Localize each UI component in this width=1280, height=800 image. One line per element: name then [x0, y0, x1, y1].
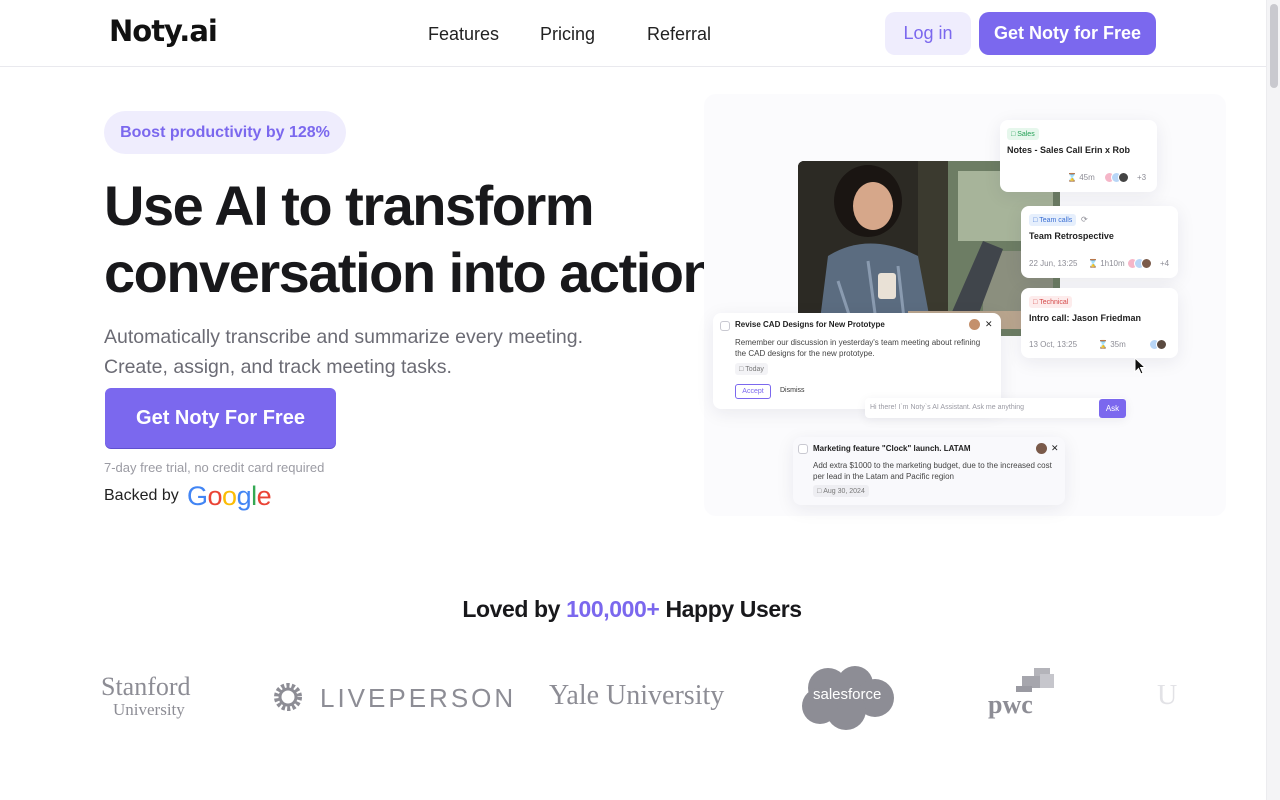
meeting-card[interactable]: □ Team calls ⟳ Team Retrospective 22 Jun…: [1021, 206, 1178, 278]
ask-button[interactable]: Ask: [1099, 399, 1126, 418]
login-button[interactable]: Log in: [885, 12, 971, 55]
header-cta-button[interactable]: Get Noty for Free: [979, 12, 1156, 55]
hero-cta-button[interactable]: Get Noty For Free: [105, 388, 336, 448]
user-count: 100,000+: [566, 596, 660, 622]
extra-participants: +3: [1137, 173, 1147, 182]
ai-assistant-input[interactable]: Hi there! I`m Noty`s AI Assistant. Ask m…: [865, 398, 1126, 418]
meeting-card[interactable]: □ Technical Intro call: Jason Friedman 1…: [1021, 288, 1178, 358]
stanford-logo: Stanford University: [101, 672, 191, 720]
meeting-title: Intro call: Jason Friedman: [1029, 313, 1142, 323]
gear-icon: [274, 683, 302, 711]
assignee-avatar: [969, 319, 980, 330]
participant-avatars: [1149, 339, 1167, 350]
due-date-chip: □ Today: [735, 363, 768, 375]
task-checkbox[interactable]: [798, 444, 808, 454]
task-description: Add extra $1000 to the marketing budget,…: [813, 461, 1052, 481]
meeting-date: 13 Oct, 13:25: [1029, 340, 1078, 349]
participant-avatars: [1127, 258, 1152, 269]
due-date-chip: □ Aug 30, 2024: [813, 485, 869, 497]
google-logo: Google: [187, 481, 272, 511]
folder-tag: □ Sales: [1007, 128, 1039, 140]
nav-pricing[interactable]: Pricing: [540, 24, 595, 45]
noty-logo[interactable]: Noty.ai: [109, 14, 218, 48]
hero-subtitle-line-1: Automatically transcribe and summarize e…: [104, 326, 584, 348]
customer-logos: Stanford University LIVEPERSON Yale Univ…: [0, 650, 1266, 750]
participant-avatars: [1104, 172, 1129, 183]
duration-label: ⌛ 45m: [1067, 173, 1095, 182]
meeting-title: Team Retrospective: [1029, 231, 1114, 241]
folder-tag: □ Technical: [1029, 296, 1073, 308]
close-icon[interactable]: ✕: [1051, 443, 1059, 454]
task-title: Marketing feature "Clock" launch. LATAM: [813, 444, 971, 453]
scrollbar-thumb[interactable]: [1270, 4, 1278, 88]
meeting-card[interactable]: □ Sales Notes - Sales Call Erin x Rob ⌛ …: [1000, 120, 1157, 192]
assignee-avatar: [1036, 443, 1047, 454]
hero-title-line-1: Use AI to transform: [104, 174, 595, 237]
folder-tag: □ Team calls: [1029, 214, 1077, 226]
task-checkbox[interactable]: [720, 321, 730, 331]
mouse-cursor-icon: [1134, 357, 1146, 375]
hero-title-line-2: conversation into action: [104, 241, 717, 304]
hero-subtitle-line-2: Create, assign, and track meeting tasks.: [104, 356, 452, 378]
productivity-badge: Boost productivity by 128%: [104, 111, 346, 154]
nav-features[interactable]: Features: [428, 24, 499, 45]
page-scrollbar[interactable]: [1266, 0, 1280, 800]
duration-label: ⌛ 35m: [1098, 340, 1126, 349]
trial-note: 7-day free trial, no credit card require…: [104, 460, 325, 475]
task-title: Revise CAD Designs for New Prototype: [735, 320, 885, 329]
dismiss-button[interactable]: Dismiss: [780, 387, 805, 394]
site-header: Noty.ai Features Pricing Referral Log in…: [0, 0, 1266, 67]
task-card[interactable]: Revise CAD Designs for New Prototype ✕ R…: [713, 313, 1001, 409]
sync-icon: ⟳: [1081, 215, 1088, 224]
hero-subtitle: Automatically transcribe and summarize e…: [104, 322, 664, 382]
task-description: Remember our discussion in yesterday's t…: [735, 338, 981, 358]
duration-label: ⌛ 1h10m: [1088, 259, 1125, 268]
nav-referral[interactable]: Referral: [647, 24, 711, 45]
partial-logo: U: [1157, 680, 1178, 711]
ai-assistant-placeholder: Hi there! I`m Noty`s AI Assistant. Ask m…: [870, 404, 1025, 411]
meeting-date: 22 Jun, 13:25: [1029, 259, 1078, 268]
close-icon[interactable]: ✕: [985, 319, 993, 330]
meeting-title: Notes - Sales Call Erin x Rob: [1007, 145, 1131, 155]
accept-button[interactable]: Accept: [735, 384, 771, 399]
task-card[interactable]: Marketing feature "Clock" launch. LATAM …: [793, 437, 1065, 505]
backed-by-label: Backed by: [104, 487, 179, 504]
social-proof-heading: Loved by 100,000+ Happy Users: [462, 596, 802, 622]
yale-logo: Yale University: [549, 680, 725, 711]
extra-participants: +4: [1160, 259, 1170, 268]
hero-title: Use AI to transform conversation into ac…: [104, 172, 744, 306]
